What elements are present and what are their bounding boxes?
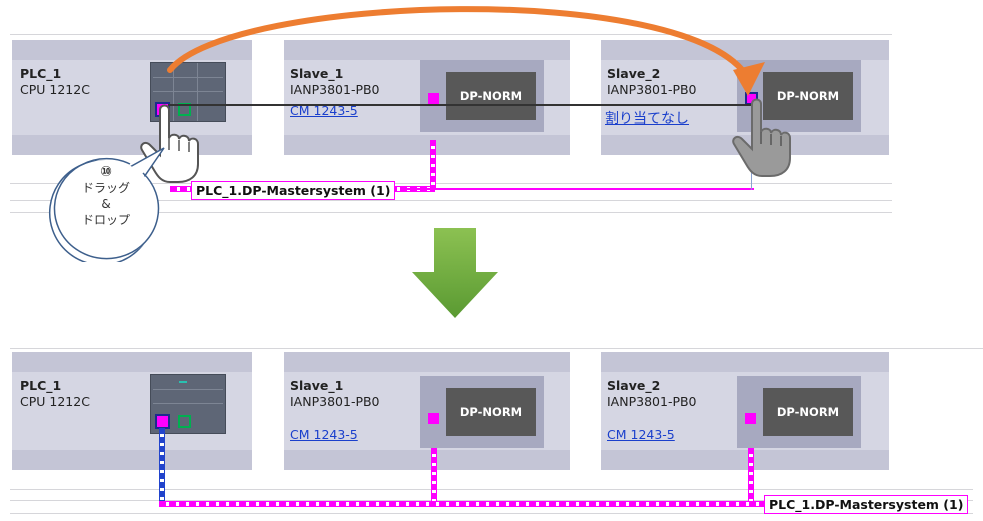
callout: ⑩ ドラッグ & ドロップ bbox=[50, 150, 162, 256]
dp-norm-label: DP-NORM bbox=[446, 388, 536, 436]
plc-bus-drop bbox=[159, 428, 165, 503]
device-type: CPU 1212C bbox=[20, 394, 90, 409]
slave1-bus-drop bbox=[431, 448, 437, 503]
device-name: PLC_1 bbox=[20, 378, 62, 393]
profibus-port[interactable] bbox=[428, 413, 439, 424]
dp-module: DP-NORM bbox=[737, 376, 861, 448]
grid-line bbox=[10, 348, 983, 349]
callout-line: & bbox=[101, 197, 111, 211]
plc-device[interactable]: PLC_1 CPU 1212C bbox=[12, 352, 252, 470]
network-view-after: PLC_1 CPU 1212C Slave_1 IANP3801-PB0 CM … bbox=[0, 340, 983, 521]
step-number: ⑩ bbox=[100, 164, 112, 180]
network-view-before: PLC_1 CPU 1212C Slave_1 IANP3801-PB0 CM … bbox=[0, 0, 983, 262]
network-label[interactable]: PLC_1.DP-Mastersystem (1) bbox=[764, 495, 969, 514]
slave2-device[interactable]: Slave_2 IANP3801-PB0 CM 1243-5 DP-NORM bbox=[601, 352, 889, 470]
profibus-bus bbox=[159, 501, 767, 507]
device-type: IANP3801-PB0 bbox=[607, 394, 697, 409]
slave2-bus-drop bbox=[748, 448, 754, 503]
device-type: IANP3801-PB0 bbox=[290, 394, 380, 409]
callout-line: ドラッグ bbox=[81, 181, 130, 195]
slave1-device[interactable]: Slave_1 IANP3801-PB0 CM 1243-5 DP-NORM bbox=[284, 352, 570, 470]
master-link[interactable]: CM 1243-5 bbox=[607, 427, 675, 442]
callout-line: ドロップ bbox=[81, 213, 130, 227]
device-name: Slave_2 bbox=[607, 378, 661, 393]
profibus-port[interactable] bbox=[155, 414, 170, 429]
profibus-port[interactable] bbox=[745, 413, 756, 424]
grid-line bbox=[10, 489, 973, 490]
hand-drop-icon bbox=[732, 98, 791, 177]
down-arrow-icon bbox=[412, 228, 498, 318]
dp-norm-label: DP-NORM bbox=[763, 388, 853, 436]
dp-module: DP-NORM bbox=[420, 376, 544, 448]
device-name: Slave_1 bbox=[290, 378, 344, 393]
profinet-port[interactable] bbox=[178, 415, 191, 428]
master-link[interactable]: CM 1243-5 bbox=[290, 427, 358, 442]
